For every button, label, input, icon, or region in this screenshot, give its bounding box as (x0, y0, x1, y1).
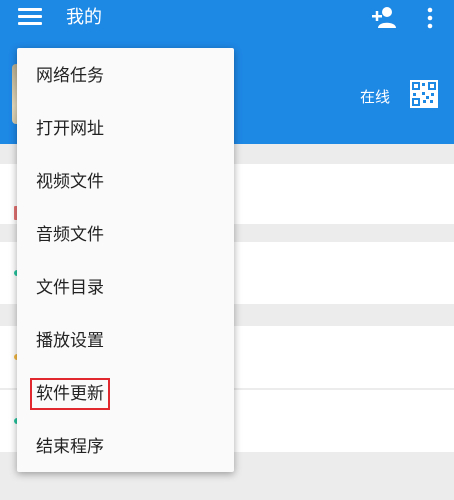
menu-item-playback-settings[interactable]: 播放设置 (17, 315, 234, 367)
menu-item-open-url[interactable]: 打开网址 (17, 103, 234, 155)
menu-item-file-directory[interactable]: 文件目录 (17, 262, 234, 314)
overflow-menu: 网络任务 打开网址 视频文件 音频文件 文件目录 播放设置 软件更新 结束程序 (17, 48, 234, 472)
menu-item-network-tasks[interactable]: 网络任务 (17, 50, 234, 102)
add-user-icon[interactable] (370, 4, 398, 30)
qr-code-icon[interactable] (410, 80, 438, 108)
menu-item-audio-files[interactable]: 音频文件 (17, 209, 234, 261)
online-status: 在线 (360, 88, 391, 106)
menu-item-exit[interactable]: 结束程序 (17, 421, 234, 473)
page-title: 我的 (66, 7, 102, 28)
more-vert-icon[interactable] (420, 6, 440, 30)
hamburger-menu-icon[interactable] (18, 8, 42, 26)
app-bar: 我的 (0, 0, 454, 36)
menu-item-software-update[interactable]: 软件更新 (17, 368, 234, 420)
menu-item-video-files[interactable]: 视频文件 (17, 156, 234, 208)
